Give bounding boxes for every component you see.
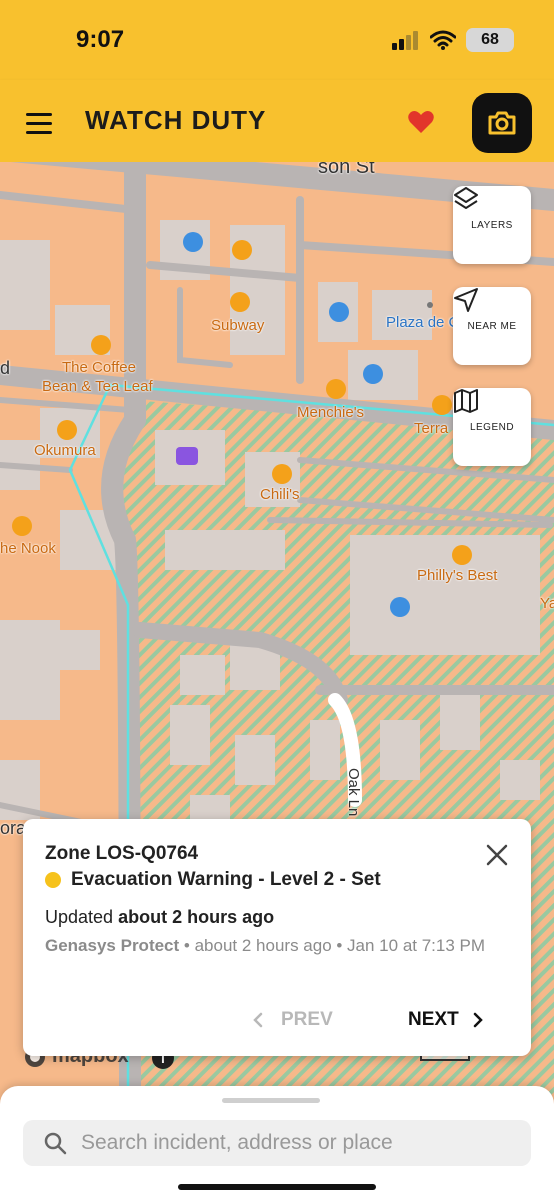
- poi-label-chilis: Chili's: [260, 486, 300, 503]
- poi-label-coffee-line1: The Coffee: [62, 359, 136, 376]
- near-me-label: NEAR ME: [467, 320, 517, 332]
- zone-popup-card: Zone LOS-Q0764 Evacuation Warning - Leve…: [23, 819, 531, 1056]
- wifi-icon: [430, 30, 456, 50]
- layers-label: LAYERS: [471, 219, 513, 231]
- chevron-right-icon: [473, 1012, 483, 1028]
- app-title: WATCH DUTY: [85, 105, 267, 135]
- heart-icon[interactable]: [408, 110, 434, 134]
- location-arrow-icon: [454, 288, 478, 312]
- battery-level: 68: [481, 31, 499, 48]
- updated-prefix: Updated: [45, 907, 114, 927]
- sheet-drag-handle[interactable]: [222, 1098, 320, 1103]
- source-link[interactable]: Genasys Protect: [45, 936, 179, 955]
- next-button[interactable]: NEXT: [408, 1009, 483, 1031]
- source-detail: • about 2 hours ago • Jan 10 at 7:13 PM: [183, 936, 486, 955]
- poi-label-coffee-line2: Bean & Tea Leaf: [42, 378, 153, 395]
- poi-label-plaza: Plaza de C: [386, 314, 460, 331]
- battery-indicator: 68: [466, 28, 514, 52]
- legend-button[interactable]: LEGEND: [453, 388, 531, 466]
- zone-title: Zone LOS-Q0764: [45, 843, 199, 864]
- camera-icon: [488, 111, 516, 135]
- poi-label-subway: Subway: [211, 317, 265, 334]
- source-row: Genasys Protect • about 2 hours ago • Ja…: [45, 933, 515, 959]
- home-indicator: [178, 1184, 376, 1190]
- close-icon[interactable]: [485, 843, 509, 867]
- legend-label: LEGEND: [469, 421, 515, 433]
- next-label: NEXT: [408, 1009, 459, 1030]
- status-dot-icon: [45, 872, 61, 888]
- near-me-button[interactable]: NEAR ME: [453, 287, 531, 365]
- poi-label-phillys: Philly's Best: [417, 567, 498, 584]
- status-indicators: 68: [392, 28, 514, 52]
- street-label-oak: Oak Ln: [345, 768, 362, 817]
- chevron-left-icon: [253, 1012, 263, 1028]
- app-header: WATCH DUTY: [0, 80, 554, 162]
- poi-label-terra: Terra: [414, 420, 449, 437]
- hamburger-menu-icon[interactable]: [26, 113, 52, 134]
- status-bar: 9:07 68: [0, 0, 554, 80]
- updated-row: Updated about 2 hours ago: [45, 907, 274, 928]
- poi-label-ya: Ya: [540, 595, 554, 612]
- zone-status: Evacuation Warning - Level 2 - Set: [71, 869, 381, 890]
- zone-status-row: Evacuation Warning - Level 2 - Set: [45, 869, 381, 891]
- bottom-sheet: [0, 1086, 554, 1200]
- status-time: 9:07: [76, 26, 125, 53]
- layers-button[interactable]: LAYERS: [453, 186, 531, 264]
- search-bar[interactable]: [23, 1120, 531, 1166]
- search-input[interactable]: [79, 1130, 513, 1156]
- street-label-top: son St: [318, 162, 375, 178]
- map-icon: [454, 389, 478, 413]
- search-icon: [44, 1132, 67, 1155]
- updated-time: about 2 hours ago: [118, 907, 275, 927]
- poi-label-menchies: Menchie's: [297, 404, 365, 421]
- poi-label-the-nook: he Nook: [0, 540, 56, 557]
- camera-button[interactable]: [472, 93, 532, 153]
- street-label-left: d: [0, 358, 11, 378]
- signal-icon: [392, 31, 418, 50]
- poi-label-okumura: Okumura: [34, 442, 96, 459]
- prev-button[interactable]: PREV: [253, 1009, 333, 1031]
- prev-label: PREV: [281, 1009, 333, 1030]
- layers-icon: [454, 187, 478, 209]
